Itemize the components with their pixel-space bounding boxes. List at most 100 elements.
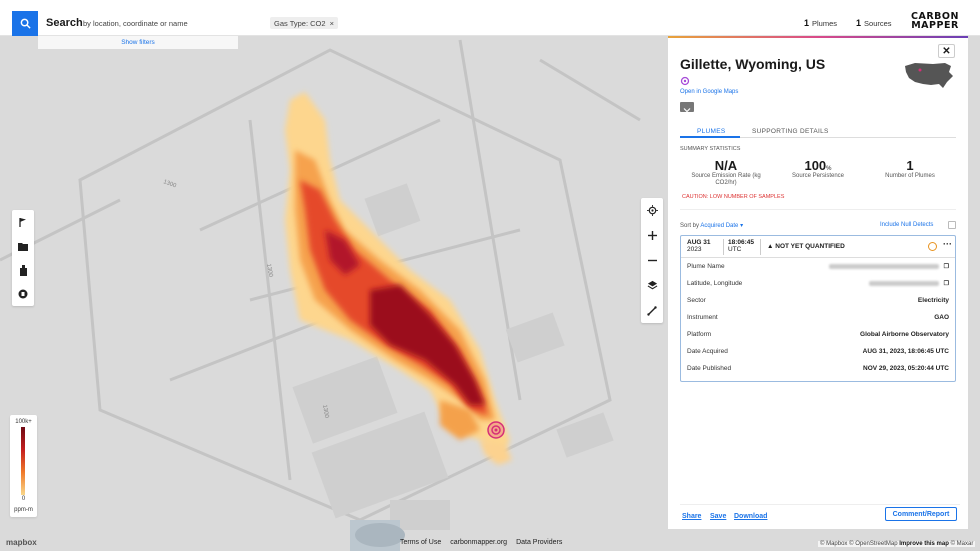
carbon-mapper-logo[interactable]: CARBON MAPPER	[900, 12, 970, 31]
source-tool-button[interactable]	[12, 282, 34, 306]
google-maps-link[interactable]: Open in Google Maps	[680, 89, 738, 95]
share-link[interactable]: Share	[682, 513, 701, 520]
row-value: AUG 31, 2023, 18:06:45 UTC	[862, 348, 949, 355]
stat-label: Number of Plumes	[885, 173, 935, 179]
layers-icon	[647, 280, 657, 290]
plume-date-year: 2023	[687, 246, 702, 253]
logo-line-2: MAPPER	[911, 20, 959, 31]
footer-links: Terms of Use carbonmapper.org Data Provi…	[400, 539, 562, 546]
show-filters-link[interactable]: Show filters	[38, 36, 238, 49]
layers-button[interactable]	[641, 273, 663, 298]
plume-date-day: AUG 31	[687, 239, 711, 246]
date-acquired-row: Date Acquired AUG 31, 2023, 18:06:45 UTC	[681, 343, 955, 360]
tank-tool-button[interactable]	[12, 258, 34, 282]
null-detects-checkbox[interactable]	[948, 221, 956, 229]
folder-tool-button[interactable]	[12, 234, 34, 258]
null-detects-label[interactable]: Include Null Detects	[880, 222, 933, 228]
zoom-out-button[interactable]	[641, 248, 663, 273]
maxar-credit[interactable]: © Maxar	[951, 541, 974, 547]
row-label: Plume Name	[687, 263, 725, 270]
legend-max-label: 100k+	[15, 419, 32, 425]
stat-unit: %	[826, 166, 832, 172]
plume-time-zone: UTC	[728, 246, 742, 253]
search-button[interactable]	[12, 11, 38, 36]
improve-map-link[interactable]: Improve this map	[899, 541, 949, 547]
copy-icon[interactable]: ❐	[944, 281, 949, 287]
plumes-count-value: 1	[804, 18, 810, 28]
redacted-value	[868, 280, 939, 286]
warning-icon: ▲	[767, 243, 774, 250]
plume-time-value: 18:06:45	[728, 239, 755, 246]
row-label: Latitude, Longitude	[687, 280, 743, 287]
search-input[interactable]: by location, coordinate or name	[83, 19, 188, 28]
divider	[760, 239, 761, 255]
stat-value: 1	[906, 158, 914, 173]
row-value: NOV 29, 2023, 05:20:44 UTC	[863, 365, 949, 372]
row-value: ❐	[828, 263, 949, 270]
status-text: NOT YET QUANTIFIED	[775, 243, 845, 250]
close-panel-button[interactable]: ✕	[938, 44, 955, 58]
sources-count-value: 1	[856, 18, 862, 28]
download-link[interactable]: Download	[734, 513, 767, 520]
sort-value[interactable]: Acquired Date	[700, 223, 738, 229]
source-details-panel: ✕ Gillette, Wyoming, US Open in Google M…	[668, 38, 968, 529]
close-icon: ✕	[942, 45, 951, 57]
ruler-icon	[647, 305, 657, 316]
comment-report-button[interactable]: Comment/Report	[885, 507, 957, 521]
locate-button[interactable]	[641, 198, 663, 223]
sources-counter: 1 Sources	[856, 18, 892, 28]
date-published-row: Date Published NOV 29, 2023, 05:20:44 UT…	[681, 360, 955, 377]
sort-dropdown[interactable]: Sort by Acquired Date ▾	[680, 222, 743, 229]
tab-plumes[interactable]: PLUMES	[697, 128, 726, 135]
instrument-row: Instrument GAO	[681, 309, 955, 326]
tab-supporting-details[interactable]: SUPPORTING DETAILS	[752, 128, 829, 135]
map-controls	[641, 198, 663, 323]
copy-icon[interactable]: ❐	[944, 264, 949, 270]
row-value: GAO	[934, 314, 949, 321]
sort-prefix: Sort by	[680, 223, 700, 229]
lat-lon-row: Latitude, Longitude ❐	[681, 275, 955, 292]
row-label: Instrument	[687, 314, 718, 321]
source-marker[interactable]	[487, 421, 505, 439]
row-value: ❐	[868, 280, 949, 287]
plume-card-header: AUG 31 2023 18:06:45 UTC ▲ NOT YET QUANT…	[681, 236, 955, 258]
panel-actions: Share Save Download Comment/Report	[680, 504, 960, 522]
status-indicator-icon	[928, 242, 937, 251]
row-label: Date Published	[687, 365, 732, 372]
location-title: Gillette, Wyoming, US	[680, 56, 830, 88]
attribution-text[interactable]: © Mapbox © OpenStreetMap	[820, 541, 898, 547]
save-link[interactable]: Save	[710, 513, 726, 520]
top-bar: Search by location, coordinate or name G…	[0, 0, 980, 36]
data-providers-link[interactable]: Data Providers	[516, 539, 562, 546]
stat-value: 100	[804, 158, 827, 173]
plume-time: 18:06:45 UTC	[728, 239, 754, 253]
search-label[interactable]: Search	[46, 17, 83, 29]
expand-details-button[interactable]	[680, 102, 694, 113]
gas-type-filter-chip[interactable]: Gas Type: CO2 ×	[270, 17, 338, 29]
sources-count-label: Sources	[864, 19, 892, 28]
divider	[723, 239, 724, 255]
plume-date: AUG 31 2023	[687, 239, 710, 253]
mapbox-logo[interactable]: mapbox	[6, 538, 37, 547]
site-link[interactable]: carbonmapper.org	[450, 539, 507, 546]
redacted-value	[828, 263, 939, 269]
more-options-button[interactable]: ···	[943, 239, 952, 249]
flag-tool-button[interactable]	[12, 210, 34, 234]
gas-chip-label: Gas Type: CO2	[274, 18, 326, 28]
zoom-in-button[interactable]	[641, 223, 663, 248]
minus-icon	[647, 259, 657, 262]
source-icon	[18, 289, 28, 299]
terms-link[interactable]: Terms of Use	[400, 539, 441, 546]
source-type-icon	[680, 77, 690, 86]
plume-card[interactable]: AUG 31 2023 18:06:45 UTC ▲ NOT YET QUANT…	[680, 235, 956, 382]
tank-icon	[19, 264, 27, 276]
row-label: Platform	[687, 331, 712, 338]
plumes-counter: 1 Plumes	[804, 18, 837, 28]
stat-emission-rate: N/A Source Emission Rate (kg CO2/hr)	[686, 158, 766, 187]
measure-button[interactable]	[641, 298, 663, 323]
crosshair-icon	[646, 205, 658, 216]
chip-close-icon[interactable]: ×	[330, 19, 334, 28]
caution-message: CAUTION: LOW NUMBER OF SAMPLES	[682, 194, 785, 200]
summary-heading: SUMMARY STATISTICS	[680, 146, 741, 152]
us-map-thumbnail	[905, 63, 953, 88]
